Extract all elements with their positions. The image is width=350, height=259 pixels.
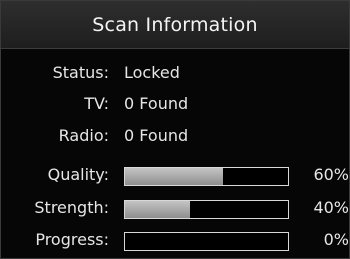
strength-bar [124,200,289,219]
panel-header: Scan Information [1,1,349,49]
strength-row: Strength: 40% [1,192,349,224]
tv-label: TV: [84,94,109,113]
radio-value: 0 Found [124,126,189,145]
quality-bar [124,167,289,186]
tv-row: TV: 0 Found [1,88,349,120]
progress-row: Progress: 0% [1,224,349,256]
tv-value: 0 Found [124,94,189,113]
progress-label: Progress: [35,230,109,249]
strength-percent: 40% [313,198,349,217]
radio-row: Radio: 0 Found [1,120,349,152]
status-row: Status: Locked [1,57,349,89]
quality-label: Quality: [47,165,109,184]
quality-row: Quality: 60% [1,159,349,191]
quality-percent: 60% [313,165,349,184]
strength-bar-fill [125,201,191,218]
status-value: Locked [124,63,180,82]
progress-percent: 0% [323,230,349,249]
panel-title: Scan Information [92,13,258,36]
progress-bar [124,232,289,251]
strength-label: Strength: [34,198,109,217]
quality-bar-fill [125,168,223,185]
status-label: Status: [52,63,109,82]
radio-label: Radio: [58,126,109,145]
scan-information-panel: Scan Information Status: Locked TV: 0 Fo… [0,0,350,259]
